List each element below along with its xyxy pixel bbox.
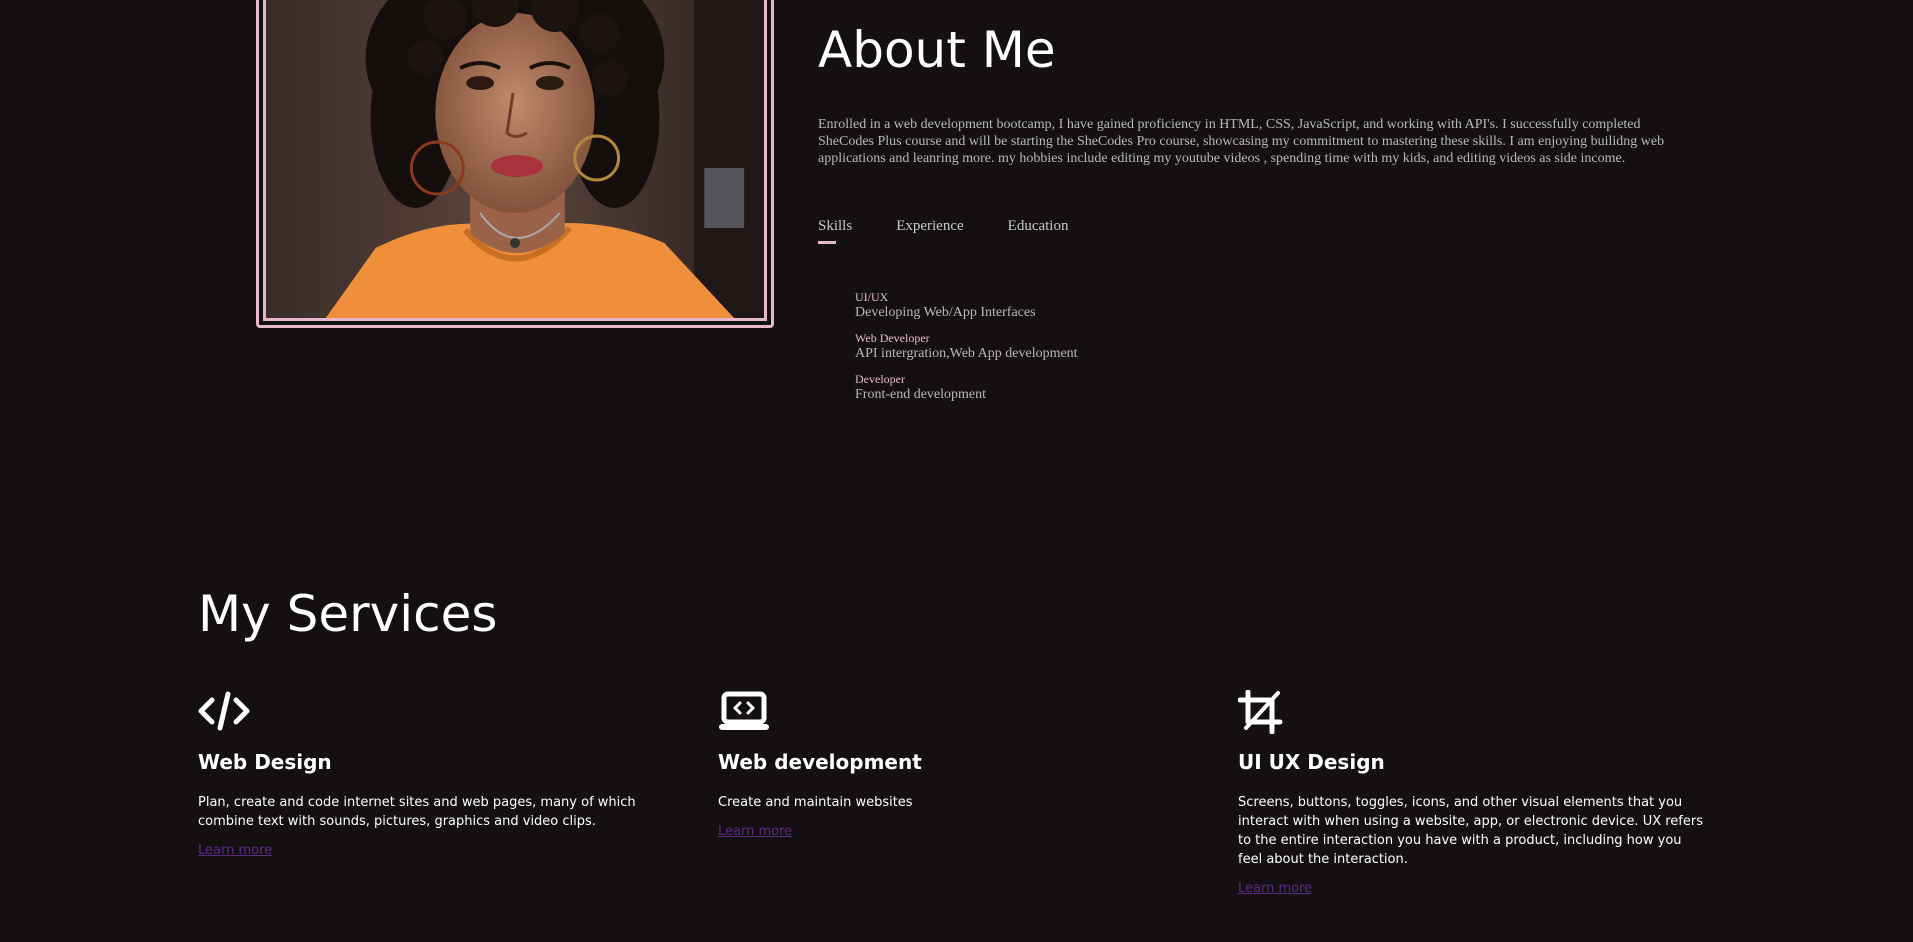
services-title: My Services [198,585,498,643]
skill-name: Web Developer [855,331,930,345]
learn-more-link[interactable]: Learn more [198,843,272,858]
service-card-ui-ux-design: UI UX Design Screens, buttons, toggles, … [1238,690,1708,896]
learn-more-link[interactable]: Learn more [718,824,792,839]
list-item: Web Developer API intergration,Web App d… [855,331,1078,362]
service-card-web-development: Web development Create and maintain webs… [718,690,1188,839]
learn-more-link[interactable]: Learn more [1238,881,1312,896]
about-title: About Me [818,21,1056,79]
profile-photo [263,0,767,321]
service-description: Create and maintain websites [718,795,913,810]
code-icon [198,691,250,731]
page: About Me Enrolled in a web development b… [0,0,1913,942]
service-description: Plan, create and code internet sites and… [198,795,636,829]
skill-description: Front-end development [855,387,987,402]
service-title: Web Design [198,750,332,774]
service-title: UI UX Design [1238,750,1385,774]
tab-education[interactable]: Education [1008,218,1069,241]
profile-photo-frame [256,0,774,328]
crop-icon [1238,690,1283,734]
service-title: Web development [718,750,922,774]
skill-description: Developing Web/App Interfaces [855,305,1036,320]
skill-name: UI/UX [855,290,889,304]
list-item: UI/UX Developing Web/App Interfaces [855,290,1078,321]
laptop-code-icon [719,691,769,730]
skill-name: Developer [855,372,905,386]
list-item: Developer Front-end development [855,372,1078,403]
skills-list: UI/UX Developing Web/App Interfaces Web … [855,290,1078,413]
about-description: Enrolled in a web development bootcamp, … [818,117,1665,166]
service-card-web-design: Web Design Plan, create and code interne… [198,690,668,858]
tab-skills[interactable]: Skills [818,218,852,244]
about-tabs: Skills Experience Education [818,218,1069,244]
tab-experience[interactable]: Experience [896,218,963,241]
service-description: Screens, buttons, toggles, icons, and ot… [1238,795,1703,867]
profile-photo-image [266,0,764,318]
skill-description: API intergration,Web App development [855,346,1078,361]
